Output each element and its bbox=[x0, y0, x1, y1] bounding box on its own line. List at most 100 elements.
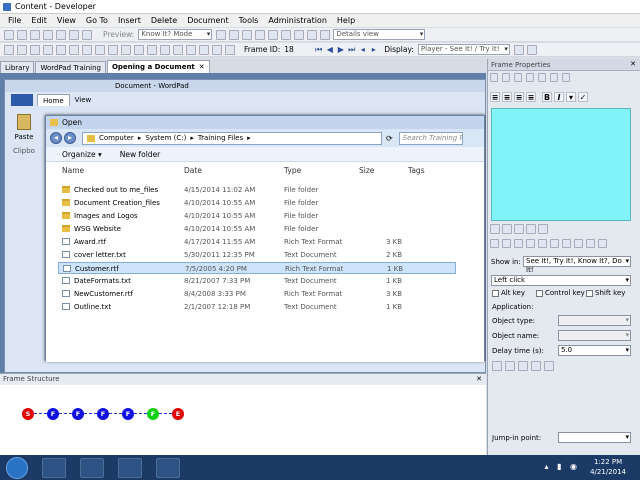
frame-icon[interactable] bbox=[43, 44, 53, 55]
menu-insert[interactable]: Insert bbox=[118, 16, 141, 25]
note-icon[interactable] bbox=[502, 239, 511, 248]
breadcrumb-sep[interactable]: ▸ bbox=[247, 134, 251, 142]
bubble-pointer-icon[interactable] bbox=[550, 73, 558, 82]
grid-icon[interactable] bbox=[4, 44, 14, 55]
column-size[interactable]: Size bbox=[359, 166, 374, 175]
right-icon[interactable] bbox=[586, 239, 595, 248]
list-item[interactable]: cover letter.txt 5/30/2011 12:35 PM Text D… bbox=[58, 249, 456, 261]
marker-target-icon[interactable] bbox=[531, 361, 541, 371]
branch-icon[interactable] bbox=[173, 44, 183, 55]
tab-library[interactable]: Library bbox=[0, 61, 35, 73]
frame-node[interactable]: F bbox=[97, 408, 109, 420]
check-icon[interactable] bbox=[216, 29, 227, 40]
show-in-dropdown[interactable]: See It!, Try It!, Know It?, Do It! bbox=[523, 256, 631, 274]
text-icon[interactable] bbox=[82, 44, 92, 55]
menu-goto[interactable]: Go To bbox=[86, 16, 108, 25]
menu-tools[interactable]: Tools bbox=[239, 16, 259, 25]
last-frame-icon[interactable]: ⏭ bbox=[347, 45, 356, 55]
cursor-icon[interactable] bbox=[134, 44, 144, 55]
bubble-color-icon[interactable] bbox=[562, 73, 570, 82]
frame-node[interactable]: S bbox=[22, 408, 34, 420]
publish-icon[interactable] bbox=[229, 29, 240, 40]
next-frame-icon[interactable]: ▶ bbox=[336, 45, 345, 55]
link-icon[interactable] bbox=[294, 29, 305, 40]
copy-icon[interactable] bbox=[56, 29, 66, 40]
highlight-icon[interactable] bbox=[108, 44, 118, 55]
tab-action-icon[interactable] bbox=[490, 224, 500, 234]
list-item[interactable]: DateFormats.txt 8/21/2007 7:33 PM Text Doc… bbox=[58, 275, 456, 287]
start-button[interactable] bbox=[6, 456, 28, 479]
align-center-icon[interactable]: ≡ bbox=[502, 92, 512, 102]
list-item[interactable]: Customer.rtf 7/5/2005 4:20 PM Rich Text Fo… bbox=[58, 262, 456, 274]
marker-edit-icon[interactable] bbox=[518, 361, 528, 371]
properties-icon[interactable] bbox=[281, 29, 292, 40]
clock[interactable]: 1:22 PM 4/21/2014 bbox=[590, 457, 626, 477]
delete-icon[interactable] bbox=[255, 29, 266, 40]
paste-action-icon[interactable] bbox=[562, 239, 571, 248]
menu-document[interactable]: Document bbox=[187, 16, 228, 25]
prev-frame-icon[interactable]: ◀ bbox=[325, 45, 334, 55]
list-item[interactable]: WSG Website 4/10/2014 10:55 AM File folder bbox=[58, 223, 456, 235]
frame-node[interactable]: F bbox=[122, 408, 134, 420]
menu-edit[interactable]: Edit bbox=[31, 16, 47, 25]
action-dropdown[interactable]: Left click bbox=[491, 275, 631, 286]
menu-help[interactable]: Help bbox=[337, 16, 355, 25]
decision-icon[interactable] bbox=[186, 44, 196, 55]
menu-administration[interactable]: Administration bbox=[268, 16, 327, 25]
mouse-icon[interactable] bbox=[538, 239, 547, 248]
panel-icon[interactable] bbox=[513, 44, 524, 55]
column-date[interactable]: Date bbox=[184, 166, 202, 175]
panel-close-icon[interactable]: ✕ bbox=[476, 375, 482, 383]
spellcheck-icon[interactable]: ✓ bbox=[578, 92, 588, 102]
tab-bubble-icon[interactable] bbox=[502, 224, 512, 234]
left-icon[interactable] bbox=[574, 239, 583, 248]
object-type-dropdown[interactable] bbox=[558, 315, 631, 326]
back-icon[interactable]: ◂ bbox=[50, 132, 62, 144]
menu-delete[interactable]: Delete bbox=[151, 16, 177, 25]
layout-toggle-icon[interactable] bbox=[526, 44, 537, 55]
camera-icon[interactable] bbox=[160, 44, 170, 55]
key-icon[interactable] bbox=[526, 239, 535, 248]
align-icon[interactable] bbox=[17, 44, 27, 55]
list-item[interactable]: Award.rtf 4/17/2014 11:55 AM Rich Text For… bbox=[58, 236, 456, 248]
new-icon[interactable] bbox=[4, 29, 14, 40]
column-type[interactable]: Type bbox=[284, 166, 301, 175]
developer-icon[interactable] bbox=[118, 457, 142, 478]
bubble-icon[interactable] bbox=[95, 44, 105, 55]
list-item[interactable]: Document Creation_files 4/10/2014 10:55 A… bbox=[58, 197, 456, 209]
list-item[interactable]: Outline.txt 2/1/2007 12:18 PM Text Documen… bbox=[58, 301, 456, 313]
breadcrumb-computer[interactable]: Computer bbox=[99, 134, 134, 142]
paste-button[interactable]: Paste Clipbo bbox=[9, 114, 39, 162]
list-item[interactable]: Checked out to me_files 4/15/2014 11:02 A… bbox=[58, 184, 456, 196]
paste-icon[interactable] bbox=[69, 29, 79, 40]
tab-link-icon[interactable] bbox=[526, 224, 536, 234]
bubble-paste-icon[interactable] bbox=[514, 73, 522, 82]
action-icon[interactable] bbox=[199, 44, 209, 55]
control-key-checkbox[interactable]: Control key bbox=[536, 289, 585, 297]
shift-key-checkbox[interactable]: Shift key bbox=[586, 289, 625, 297]
cut-icon[interactable] bbox=[43, 29, 53, 40]
align-left-icon[interactable]: ≡ bbox=[490, 92, 500, 102]
print-icon[interactable] bbox=[30, 29, 40, 40]
zoom-icon[interactable] bbox=[56, 44, 66, 55]
object-name-field[interactable] bbox=[558, 330, 631, 341]
alt-key-checkbox[interactable]: Alt key bbox=[492, 289, 525, 297]
find-icon[interactable] bbox=[268, 29, 279, 40]
breadcrumb-training-files[interactable]: Training Files bbox=[198, 134, 243, 142]
tab-view[interactable]: View bbox=[70, 94, 97, 106]
frame-node[interactable]: F bbox=[147, 408, 159, 420]
list-item[interactable]: NewCustomer.rtf 8/4/2008 3:33 PM Rich Text… bbox=[58, 288, 456, 300]
jump-in-field[interactable] bbox=[558, 432, 631, 443]
align-right-icon[interactable]: ≡ bbox=[514, 92, 524, 102]
save-icon[interactable] bbox=[17, 29, 27, 40]
delay-time-dropdown[interactable]: 5.0 bbox=[558, 345, 631, 356]
next-jump-icon[interactable]: ▸ bbox=[369, 45, 378, 55]
italic-icon[interactable]: I bbox=[554, 92, 564, 102]
tab-home[interactable]: Home bbox=[37, 94, 70, 106]
bold-icon[interactable] bbox=[30, 44, 40, 55]
bubble-style-icon[interactable] bbox=[490, 73, 498, 82]
column-name[interactable]: Name bbox=[62, 166, 84, 175]
display-dropdown[interactable]: Player - See It! / Try It! bbox=[417, 44, 510, 55]
system-tray-icons[interactable]: ▴ ▮ ◉ bbox=[545, 462, 580, 471]
check-icon[interactable] bbox=[490, 239, 499, 248]
